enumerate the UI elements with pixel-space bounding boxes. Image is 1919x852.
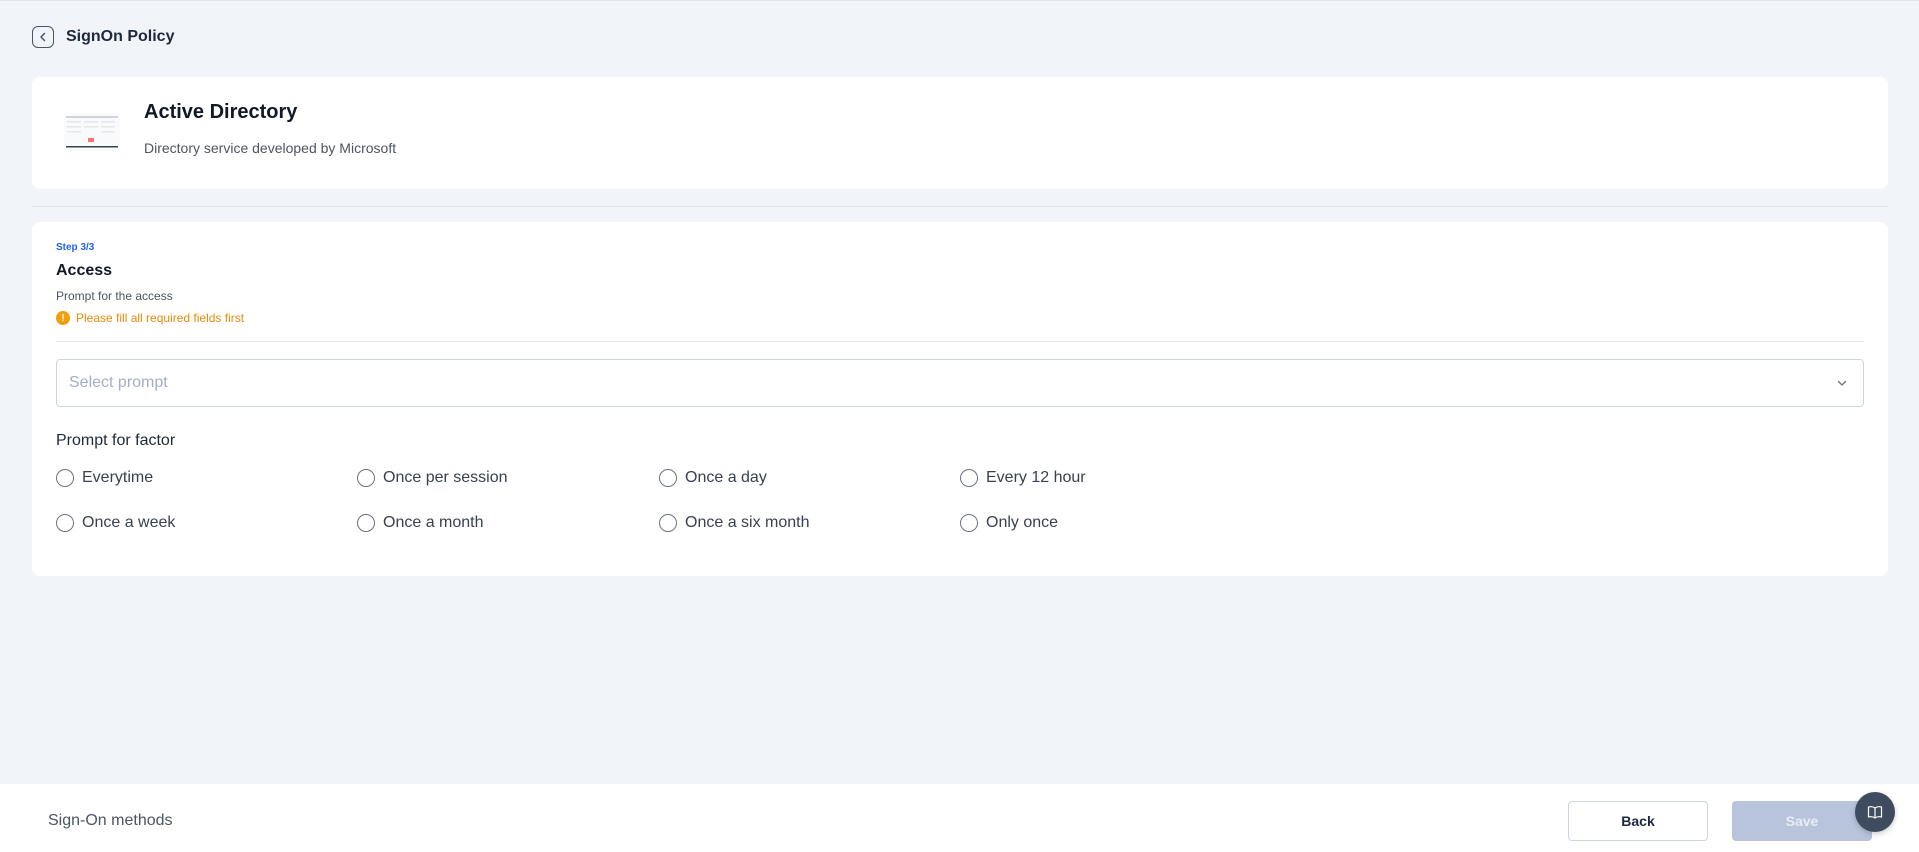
radio-option-only-once[interactable]: Only once: [960, 514, 1058, 532]
radio-option-once-per-session[interactable]: Once per session: [357, 469, 508, 487]
step-description: Prompt for the access: [56, 289, 173, 303]
radio-label: Only once: [986, 514, 1059, 531]
radio-label: Once a six month: [685, 514, 810, 531]
radio-button[interactable]: [357, 514, 375, 532]
back-arrow-icon[interactable]: [32, 26, 54, 48]
footer-section-label: Sign-On methods: [48, 812, 173, 829]
prompt-factor-title: Prompt for factor: [56, 432, 176, 449]
radio-button[interactable]: [659, 469, 677, 487]
radio-label: Once per session: [383, 469, 508, 486]
radio-option-everytime[interactable]: Everytime: [56, 469, 153, 487]
app-name: Active Directory: [144, 101, 298, 123]
app-logo-thumbnail: [64, 113, 120, 151]
app-info-card: Active Directory Directory service devel…: [32, 77, 1888, 189]
footer-bar: Sign-On methods Back Save: [0, 784, 1919, 852]
radio-button[interactable]: [960, 514, 978, 532]
radio-option-once-a-six-month[interactable]: Once a six month: [659, 514, 810, 532]
inner-divider: [56, 341, 1864, 342]
radio-button[interactable]: [659, 514, 677, 532]
radio-button[interactable]: [960, 469, 978, 487]
prompt-select-placeholder: Select prompt: [69, 374, 168, 391]
radio-option-once-a-month[interactable]: Once a month: [357, 514, 484, 532]
radio-option-every-12-hour[interactable]: Every 12 hour: [960, 469, 1086, 487]
page-header: SignOn Policy: [32, 26, 174, 48]
radio-option-once-a-day[interactable]: Once a day: [659, 469, 767, 487]
step-indicator: Step 3/3: [56, 242, 95, 253]
chevron-down-icon: [1835, 376, 1849, 390]
top-border: [0, 0, 1919, 1]
radio-label: Every 12 hour: [986, 469, 1086, 486]
radio-label: Once a week: [82, 514, 176, 531]
save-button[interactable]: Save: [1732, 801, 1872, 841]
radio-label: Once a month: [383, 514, 484, 531]
page-title: SignOn Policy: [66, 28, 175, 45]
prompt-select[interactable]: Select prompt: [56, 359, 1864, 407]
warning-text: Please fill all required fields first: [76, 311, 245, 325]
step-title: Access: [56, 262, 113, 279]
help-book-icon[interactable]: [1855, 792, 1895, 832]
radio-button[interactable]: [56, 469, 74, 487]
info-icon: !: [56, 311, 70, 325]
radio-button[interactable]: [56, 514, 74, 532]
required-fields-warning: ! Please fill all required fields first: [56, 311, 244, 325]
radio-button[interactable]: [357, 469, 375, 487]
app-description: Directory service developed by Microsoft: [144, 140, 397, 156]
section-divider: [32, 206, 1888, 207]
radio-option-once-a-week[interactable]: Once a week: [56, 514, 175, 532]
back-button[interactable]: Back: [1568, 801, 1708, 841]
radio-label: Once a day: [685, 469, 767, 486]
access-step-card: Step 3/3 Access Prompt for the access ! …: [32, 222, 1888, 576]
radio-label: Everytime: [82, 469, 154, 486]
